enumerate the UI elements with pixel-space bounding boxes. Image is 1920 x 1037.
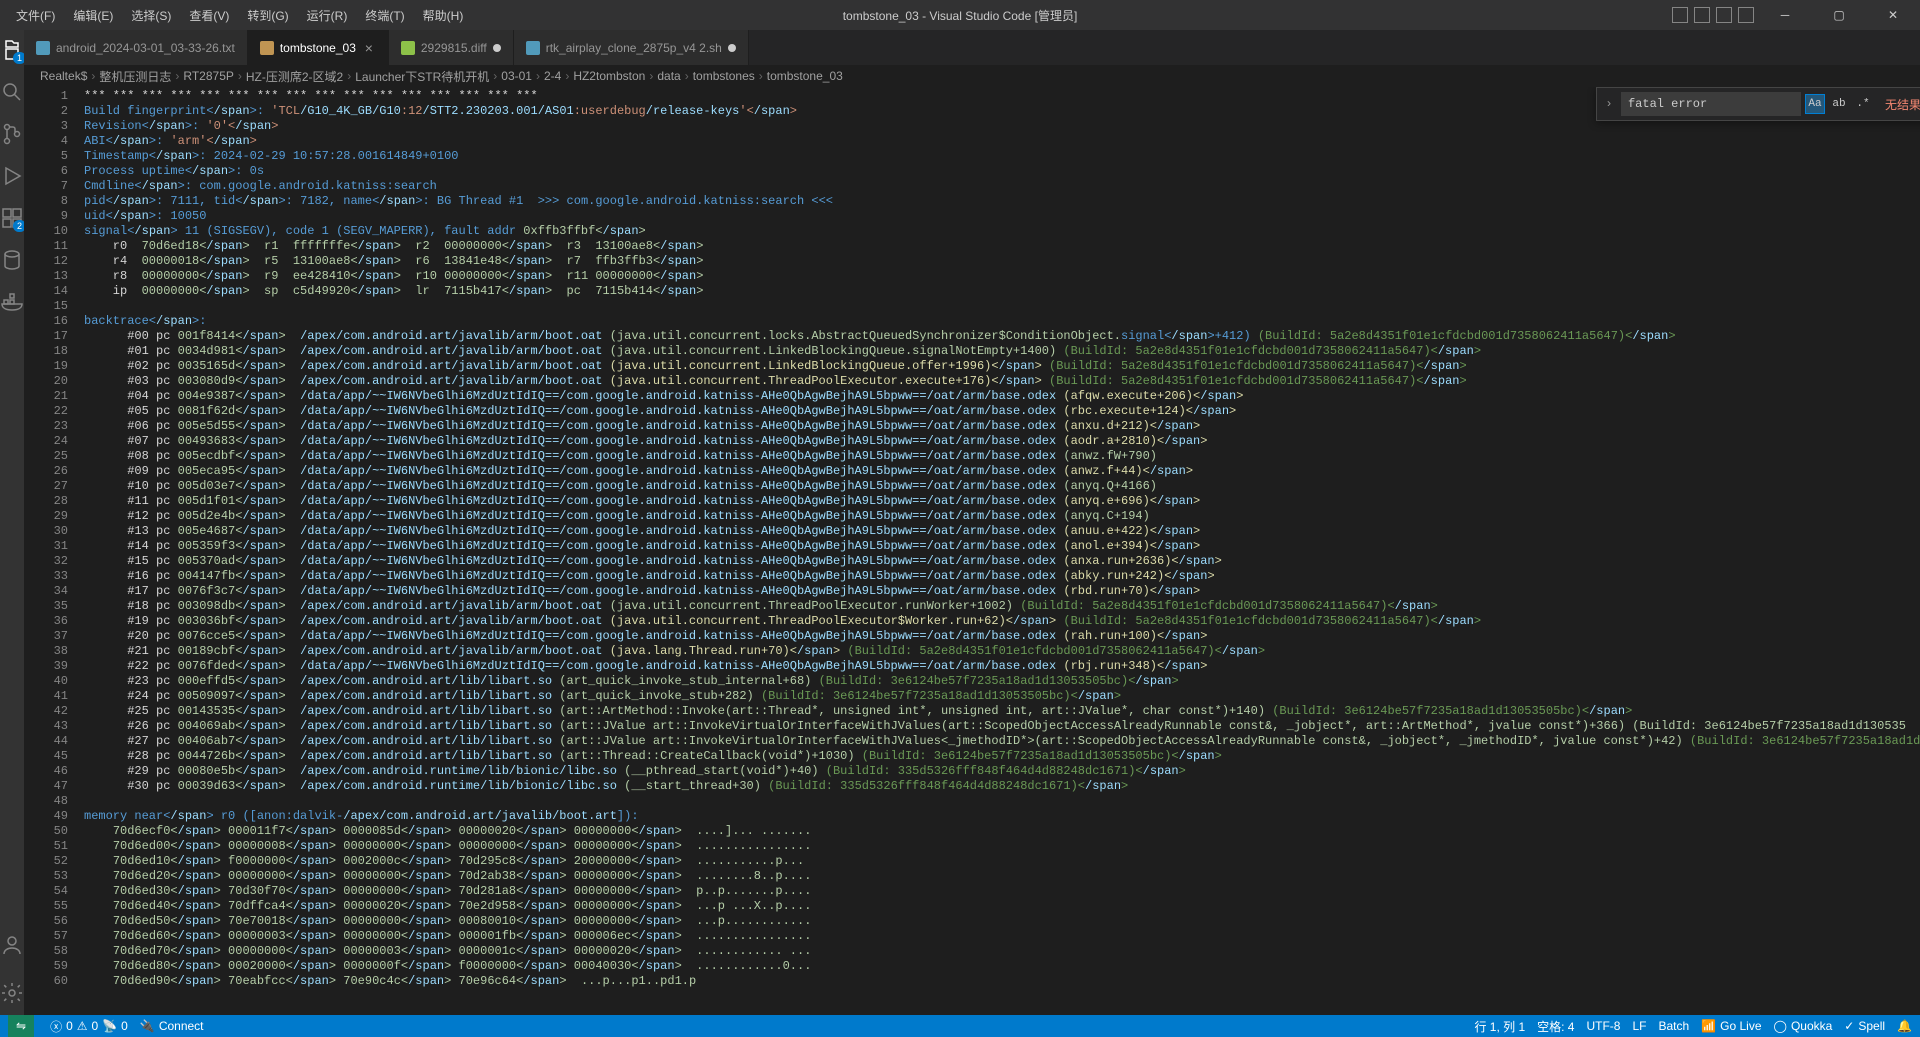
status-connect[interactable]: 🔌 Connect — [140, 1019, 204, 1033]
find-regex[interactable]: .* — [1853, 94, 1873, 114]
status-caret[interactable]: 行 1, 列 1 — [1474, 1018, 1525, 1035]
quokka-icon: ◯ — [1774, 1019, 1787, 1033]
menu-terminal[interactable]: 终端(T) — [357, 3, 412, 28]
find-whole-word[interactable]: ab — [1829, 94, 1849, 114]
activity-bar: 1 2 — [0, 30, 24, 1015]
activity-settings[interactable] — [0, 981, 24, 1005]
menu-run[interactable]: 运行(R) — [299, 3, 356, 28]
activity-source-control[interactable] — [0, 122, 24, 146]
error-icon: ⓧ — [50, 1018, 62, 1035]
menu-file[interactable]: 文件(F) — [8, 3, 63, 28]
tab-label: tombstone_03 — [280, 41, 356, 55]
toggle-panel-right-icon[interactable] — [1716, 7, 1732, 23]
window-title: tombstone_03 - Visual Studio Code [管理员] — [843, 7, 1078, 24]
breadcrumb-segment[interactable]: tombstones — [693, 69, 755, 83]
title-bar: 文件(F) 编辑(E) 选择(S) 查看(V) 转到(G) 运行(R) 终端(T… — [0, 0, 1920, 30]
breadcrumb-segment[interactable]: Launcher下STR待机开机 — [355, 68, 489, 85]
tab-android-log[interactable]: android_2024-03-01_03-33-26.txt — [24, 30, 248, 65]
find-input[interactable] — [1621, 92, 1801, 116]
status-language[interactable]: Batch — [1659, 1019, 1690, 1033]
status-encoding[interactable]: UTF-8 — [1586, 1019, 1620, 1033]
menu-help[interactable]: 帮助(H) — [415, 3, 472, 28]
menu-edit[interactable]: 编辑(E) — [65, 3, 121, 28]
remote-indicator[interactable]: ⇋ — [8, 1015, 34, 1037]
status-eol[interactable]: LF — [1632, 1019, 1646, 1033]
activity-extensions[interactable]: 2 — [0, 206, 24, 230]
breadcrumb-segment[interactable]: 2-4 — [544, 69, 561, 83]
close-icon[interactable]: × — [362, 41, 376, 55]
status-golive[interactable]: 📶Go Live — [1701, 1019, 1761, 1033]
tab-diff[interactable]: 2929815.diff — [389, 30, 514, 65]
file-icon — [401, 41, 415, 55]
activity-search[interactable] — [0, 80, 24, 104]
check-icon: ✓ — [1844, 1019, 1854, 1033]
toggle-panel-bottom-icon[interactable] — [1694, 7, 1710, 23]
status-bell[interactable]: 🔔 — [1897, 1019, 1912, 1033]
find-widget: › Aa ab .* 无结果 ↑ ↓ ≡ × — [1596, 87, 1920, 121]
editor-tabs: android_2024-03-01_03-33-26.txt tombston… — [24, 30, 1920, 65]
breadcrumb-segment[interactable]: data — [657, 69, 680, 83]
activity-docker[interactable] — [0, 290, 24, 314]
line-gutter: 1234567891011121314151617181920212223242… — [24, 87, 84, 1015]
breadcrumb-segment[interactable]: HZ2tombston — [573, 69, 645, 83]
dirty-indicator-icon — [728, 44, 736, 52]
breadcrumb-segment[interactable]: tombstone_03 — [767, 69, 843, 83]
chevron-right-icon: › — [175, 69, 179, 83]
window-close-button[interactable]: ✕ — [1870, 8, 1916, 22]
chevron-right-icon: › — [685, 69, 689, 83]
find-result-msg: 无结果 — [1877, 96, 1920, 113]
toggle-panel-left-icon[interactable] — [1672, 7, 1688, 23]
broadcast-icon: 📶 — [1701, 1019, 1716, 1033]
dirty-indicator-icon — [493, 44, 501, 52]
breadcrumb-segment[interactable]: 03-01 — [501, 69, 532, 83]
tab-label: rtk_airplay_clone_2875p_v4 2.sh — [546, 41, 722, 55]
activity-explorer[interactable]: 1 — [0, 38, 24, 62]
breadcrumb-segment[interactable]: 整机压测日志 — [99, 68, 171, 85]
chevron-right-icon: › — [759, 69, 763, 83]
file-icon — [526, 41, 540, 55]
tab-tombstone[interactable]: tombstone_03 × — [248, 30, 389, 65]
file-icon — [260, 41, 274, 55]
chevron-right-icon: › — [565, 69, 569, 83]
window-maximize-button[interactable]: ▢ — [1816, 8, 1862, 22]
chevron-right-icon: › — [238, 69, 242, 83]
chevron-right-icon: › — [536, 69, 540, 83]
menu-view[interactable]: 查看(V) — [181, 3, 237, 28]
tab-sh[interactable]: rtk_airplay_clone_2875p_v4 2.sh — [514, 30, 749, 65]
find-match-case[interactable]: Aa — [1805, 94, 1825, 114]
status-quokka[interactable]: ◯Quokka — [1774, 1019, 1833, 1033]
customize-layout-icon[interactable] — [1738, 7, 1754, 23]
chevron-right-icon: › — [493, 69, 497, 83]
status-indent[interactable]: 空格: 4 — [1537, 1018, 1574, 1035]
activity-database[interactable] — [0, 248, 24, 272]
tab-label: android_2024-03-01_03-33-26.txt — [56, 41, 235, 55]
breadcrumb[interactable]: Realtek$ › 整机压测日志 › RT2875P › HZ-压测席2-区域2 › Laun… — [24, 65, 1920, 87]
chevron-right-icon: › — [91, 69, 95, 83]
breadcrumb-segment[interactable]: HZ-压测席2-区域2 — [246, 68, 343, 85]
status-spell[interactable]: ✓Spell — [1844, 1019, 1885, 1033]
menu-selection[interactable]: 选择(S) — [123, 3, 179, 28]
menu-bar: 文件(F) 编辑(E) 选择(S) 查看(V) 转到(G) 运行(R) 终端(T… — [0, 3, 471, 28]
window-minimize-button[interactable]: ─ — [1762, 8, 1808, 22]
editor[interactable]: 1234567891011121314151617181920212223242… — [24, 87, 1920, 1015]
plug-icon: 🔌 — [140, 1019, 155, 1033]
layout-controls — [1672, 7, 1762, 23]
activity-run-debug[interactable] — [0, 164, 24, 188]
activity-account[interactable] — [0, 933, 24, 957]
menu-go[interactable]: 转到(G) — [239, 3, 296, 28]
file-icon — [36, 41, 50, 55]
chevron-right-icon: › — [649, 69, 653, 83]
find-toggle-replace[interactable]: › — [1601, 88, 1617, 120]
status-bar: ⇋ ⓧ0 ⚠0 📡0 🔌 Connect 行 1, 列 1 空格: 4 UTF-… — [0, 1015, 1920, 1037]
breadcrumb-segment[interactable]: Realtek$ — [40, 69, 87, 83]
tab-label: 2929815.diff — [421, 41, 487, 55]
code-content[interactable]: *** *** *** *** *** *** *** *** *** *** … — [84, 87, 1920, 1015]
status-problems[interactable]: ⓧ0 ⚠0 📡0 — [50, 1018, 128, 1035]
warning-icon: ⚠ — [77, 1019, 88, 1033]
ports-icon: 📡 — [102, 1019, 117, 1033]
breadcrumb-segment[interactable]: RT2875P — [183, 69, 233, 83]
chevron-right-icon: › — [347, 69, 351, 83]
